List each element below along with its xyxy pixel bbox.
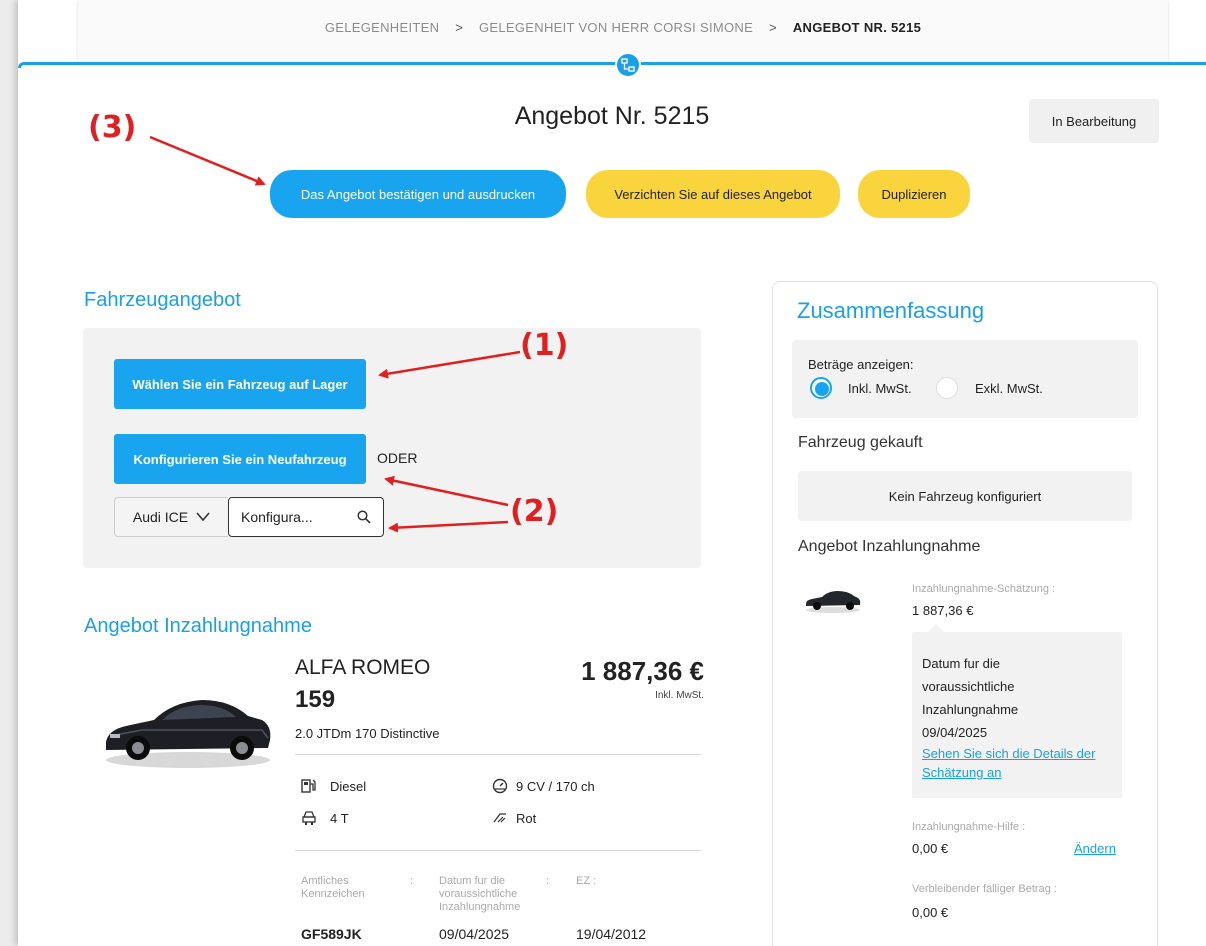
remaining-value: 0,00 € [912, 905, 949, 920]
vehicle-bought-title: Fahrzeug gekauft [798, 434, 923, 451]
trade-in-model: 159 [295, 686, 336, 713]
doors-value: 4 T [330, 811, 349, 826]
paint-spray-icon [493, 813, 506, 823]
page-frame: GELEGENHEITEN > GELEGENHEIT VON HERR COR… [18, 0, 1206, 946]
incl-vat-label[interactable]: Inkl. MwSt. [848, 381, 912, 396]
estimate-label: Inzahlungnahme-Schätzung : [912, 583, 1056, 595]
tooltip-line: Inzahlungnahme [922, 702, 1019, 717]
power-value: 9 CV / 170 ch [516, 779, 595, 794]
change-aid-link[interactable]: Ändern [1074, 841, 1116, 856]
trade-in-version: 2.0 JTDm 170 Distinctive [295, 726, 440, 741]
speedometer-icon [492, 778, 508, 794]
estimate-details-link[interactable]: Sehen Sie sich die Details der Schätzung… [922, 744, 1095, 782]
link-line[interactable]: Schätzung an [922, 763, 1095, 782]
no-vehicle-box: Kein Fahrzeug konfiguriert [798, 471, 1132, 521]
aid-label: Inzahlungnahme-Hilfe : [912, 821, 1026, 833]
date-value: 09/04/2025 [439, 926, 510, 942]
estimate-value: 1 887,36 € [912, 603, 974, 618]
date-label: Datum fur die voraussichtliche Inzahlung… [439, 875, 521, 913]
tooltip-line: Datum fur die [922, 656, 1001, 671]
excl-vat-radio[interactable] [936, 377, 958, 399]
plate-label: Amtliches Kennzeichen [301, 875, 365, 900]
amounts-label: Beträge anzeigen: [808, 357, 914, 372]
fuel-value: Diesel [330, 779, 367, 794]
car-thumbnail [806, 591, 861, 613]
date-label-sep: : [546, 875, 550, 887]
tooltip-line: voraussichtliche [922, 679, 1015, 694]
arrow-3 [149, 135, 266, 186]
arrow-2a [384, 475, 509, 507]
tooltip-date: 09/04/2025 [922, 725, 988, 740]
ez-value: 19/04/2012 [576, 926, 647, 942]
summary-title: Zusammenfassung [797, 298, 985, 323]
trade-in-make: ALFA ROMEO [295, 656, 431, 679]
arrow-1 [378, 350, 521, 379]
aid-value: 0,00 € [912, 841, 949, 856]
arrow-2b [388, 520, 509, 533]
plate-value: GF589JK [301, 926, 362, 942]
link-line[interactable]: Sehen Sie sich die Details der [922, 744, 1095, 763]
incl-vat-radio[interactable] [810, 377, 832, 399]
color-value: Rot [516, 811, 537, 826]
car-image [106, 700, 271, 768]
remaining-label: Verbleibender fälliger Betrag : [912, 883, 1057, 895]
divider [295, 850, 701, 851]
divider [295, 754, 701, 755]
plate-label-sep: : [410, 875, 414, 887]
car-doors-icon [302, 811, 316, 825]
summary-trade-in-title: Angebot Inzahlungnahme [798, 538, 981, 555]
tooltip-text: Datum fur die voraussichtliche Inzahlung… [922, 652, 1018, 744]
ez-label: EZ : [576, 875, 597, 887]
trade-in-price-note: Inkl. MwSt. [655, 690, 704, 701]
trade-in-title: Angebot Inzahlungnahme [84, 615, 312, 637]
amounts-toggle-panel [792, 340, 1138, 418]
trade-in-price: 1 887,36 € [581, 656, 704, 686]
fuel-pump-icon [301, 779, 316, 793]
excl-vat-label[interactable]: Exkl. MwSt. [975, 381, 1043, 396]
